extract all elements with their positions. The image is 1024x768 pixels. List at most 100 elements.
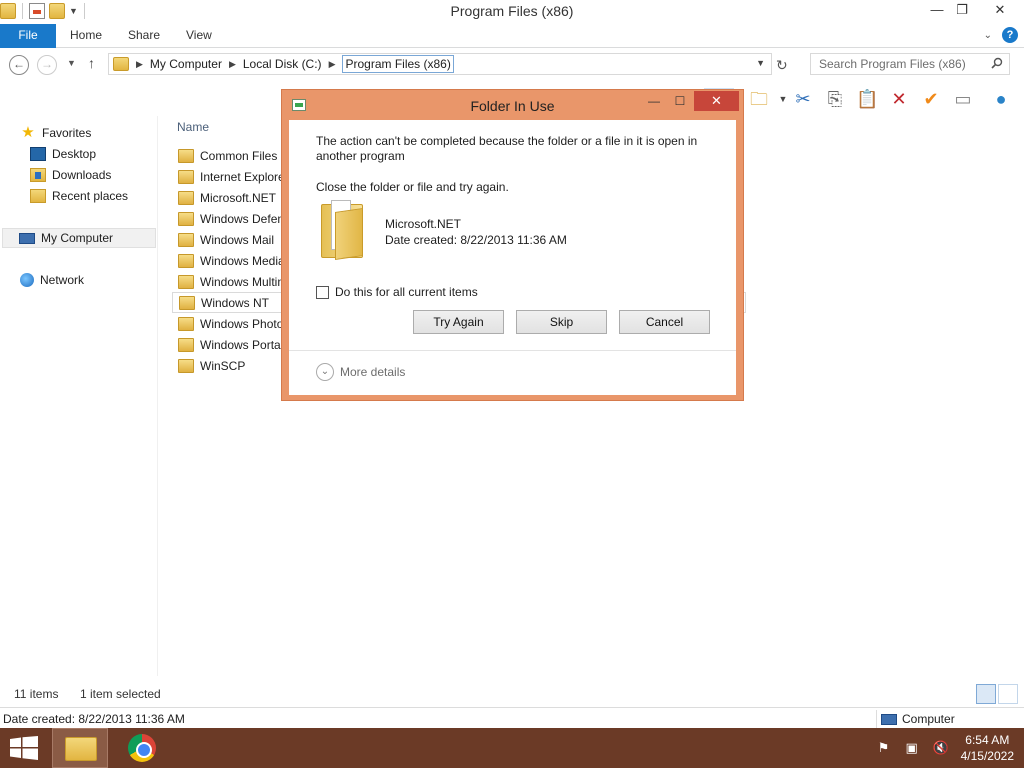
clock-date: 4/15/2022 (960, 749, 1014, 763)
nav-recent-places[interactable]: Recent places (30, 186, 128, 206)
folder-icon (178, 190, 194, 205)
file-name-label: Windows Photo (200, 316, 284, 331)
expand-ribbon-icon[interactable]: ⌄ (984, 30, 992, 41)
dialog-minimize-button[interactable]: — (644, 94, 664, 110)
item-count: 11 items (14, 687, 59, 701)
tab-home[interactable]: Home (70, 24, 102, 48)
details-bar: Date created: 8/22/2013 11:36 AM Compute… (0, 707, 1024, 728)
dialog-close-button[interactable]: ✕ (694, 91, 739, 111)
navigation-pane: ★ Favorites Desktop Downloads Recent pla… (0, 116, 158, 676)
dialog-body: The action can't be completed because th… (289, 120, 736, 395)
dialog-instruction: Close the folder or file and try again. (316, 180, 509, 194)
folder-icon (178, 169, 194, 184)
dialog-titlebar[interactable]: Folder In Use — ☐ ✕ (282, 90, 743, 120)
tab-view[interactable]: View (186, 24, 212, 48)
nav-my-computer[interactable]: My Computer (2, 228, 156, 248)
folder-icon (178, 316, 194, 331)
checkbox-label: Do this for all current items (335, 285, 478, 299)
globe-icon[interactable]: ● (990, 88, 1012, 110)
location-indicator: Computer (876, 710, 955, 728)
selection-count: 1 item selected (80, 687, 161, 701)
nav-desktop[interactable]: Desktop (30, 144, 96, 164)
delete-icon[interactable]: ✕ (888, 88, 910, 110)
check-icon[interactable]: ✔ (920, 88, 942, 110)
apply-to-all-option[interactable]: Do this for all current items (316, 285, 478, 299)
chevron-right-icon[interactable]: ▶ (229, 59, 236, 70)
taskbar-chrome-icon[interactable] (128, 734, 156, 762)
status-bar: 11 items 1 item selected (0, 683, 1024, 705)
nav-favorites[interactable]: ★ Favorites (20, 123, 91, 143)
search-input[interactable]: Search Program Files (x86) (810, 53, 1010, 75)
folder-icon (178, 358, 194, 373)
refresh-button[interactable]: ↻ (776, 57, 788, 74)
recent-locations-icon[interactable]: ▼ (67, 58, 76, 68)
chevron-right-icon[interactable]: ▶ (329, 59, 336, 70)
cut-icon[interactable]: ✂ (792, 88, 814, 110)
chevron-down-icon: ⌄ (316, 363, 334, 381)
folder-icon (178, 253, 194, 268)
taskbar-file-explorer[interactable] (52, 728, 108, 768)
help-icon[interactable]: ? (1002, 27, 1018, 43)
address-row: ← → ▼ ↑ ▶ My Computer ▶ Local Disk (C:) … (0, 48, 1024, 84)
network-status-icon[interactable]: ▣ (905, 741, 919, 755)
network-icon (20, 273, 34, 287)
folder-icon (321, 200, 363, 260)
ribbon-tabs: File Home Share View ⌄ ? (0, 24, 1024, 48)
date-created: Date created: 8/22/2013 11:36 AM (3, 712, 185, 726)
chevron-down-icon[interactable]: ▼ (756, 58, 765, 68)
try-again-button[interactable]: Try Again (413, 310, 504, 334)
computer-icon (881, 713, 897, 725)
breadcrumb-my-computer[interactable]: My Computer (150, 57, 222, 71)
location-label: Computer (902, 712, 955, 726)
tab-share[interactable]: Share (128, 24, 160, 48)
details-view-button[interactable] (976, 684, 996, 704)
file-name-label: Common Files (200, 148, 278, 163)
file-name-label: Windows Portab (200, 337, 288, 352)
back-button[interactable]: ← (9, 55, 29, 75)
dialog-maximize-button[interactable]: ☐ (670, 94, 690, 110)
nav-label: Downloads (52, 168, 112, 182)
nav-downloads[interactable]: Downloads (30, 165, 111, 185)
column-header-name[interactable]: Name (177, 120, 209, 134)
chevron-down-icon[interactable]: ▼ (772, 88, 794, 110)
search-icon[interactable] (991, 57, 1003, 69)
file-name-label: Windows Defen (200, 211, 285, 226)
nav-label: Favorites (42, 126, 92, 140)
copy-icon[interactable]: ⎘ (824, 88, 846, 110)
window-titlebar: ▼ Program Files (x86) — ❐ ✕ (0, 0, 1024, 24)
large-icons-view-button[interactable] (998, 684, 1018, 704)
windows-start-icon[interactable] (10, 736, 38, 760)
apply-to-all-checkbox[interactable] (316, 285, 329, 299)
desktop-icon (30, 147, 46, 161)
nav-label: Desktop (52, 147, 97, 161)
close-button[interactable]: ✕ (984, 0, 1016, 22)
volume-muted-icon[interactable]: 🔇 (933, 741, 949, 755)
skip-button[interactable]: Skip (516, 310, 607, 334)
breadcrumb-program-files[interactable]: Program Files (x86) (342, 55, 454, 73)
file-explorer-icon (65, 737, 97, 761)
action-center-icon[interactable]: ⚑ (877, 741, 891, 755)
system-clock[interactable]: 6:54 AM 4/15/2022 (961, 732, 1014, 764)
file-name-label: WinSCP (200, 358, 246, 373)
up-button[interactable]: ↑ (88, 55, 95, 71)
window-title: Program Files (x86) (450, 3, 574, 19)
address-bar[interactable]: ▶ My Computer ▶ Local Disk (C:) ▶ Progra… (108, 53, 772, 75)
maximize-button[interactable]: ❐ (946, 0, 978, 22)
paste-icon[interactable]: 📋 (856, 88, 878, 110)
divider (289, 350, 736, 351)
breadcrumb-local-disk[interactable]: Local Disk (C:) (243, 57, 322, 71)
nav-network[interactable]: Network (20, 270, 84, 290)
nav-label: Network (40, 273, 85, 287)
forward-button[interactable]: → (37, 55, 57, 75)
tab-file[interactable]: File (0, 24, 56, 48)
folder-icon (178, 148, 194, 163)
chevron-right-icon[interactable]: ▶ (136, 59, 143, 70)
dialog-message: The action can't be completed because th… (316, 134, 698, 163)
file-name-label: Microsoft.NET (200, 190, 277, 205)
folder-check-icon[interactable]: 🗀 (748, 88, 770, 110)
more-details-toggle[interactable]: ⌄ More details (316, 363, 405, 381)
rename-icon[interactable]: ▭ (952, 88, 974, 110)
cancel-button[interactable]: Cancel (619, 310, 710, 334)
folder-icon (113, 57, 129, 71)
file-name-label: Windows Multin (200, 274, 285, 289)
